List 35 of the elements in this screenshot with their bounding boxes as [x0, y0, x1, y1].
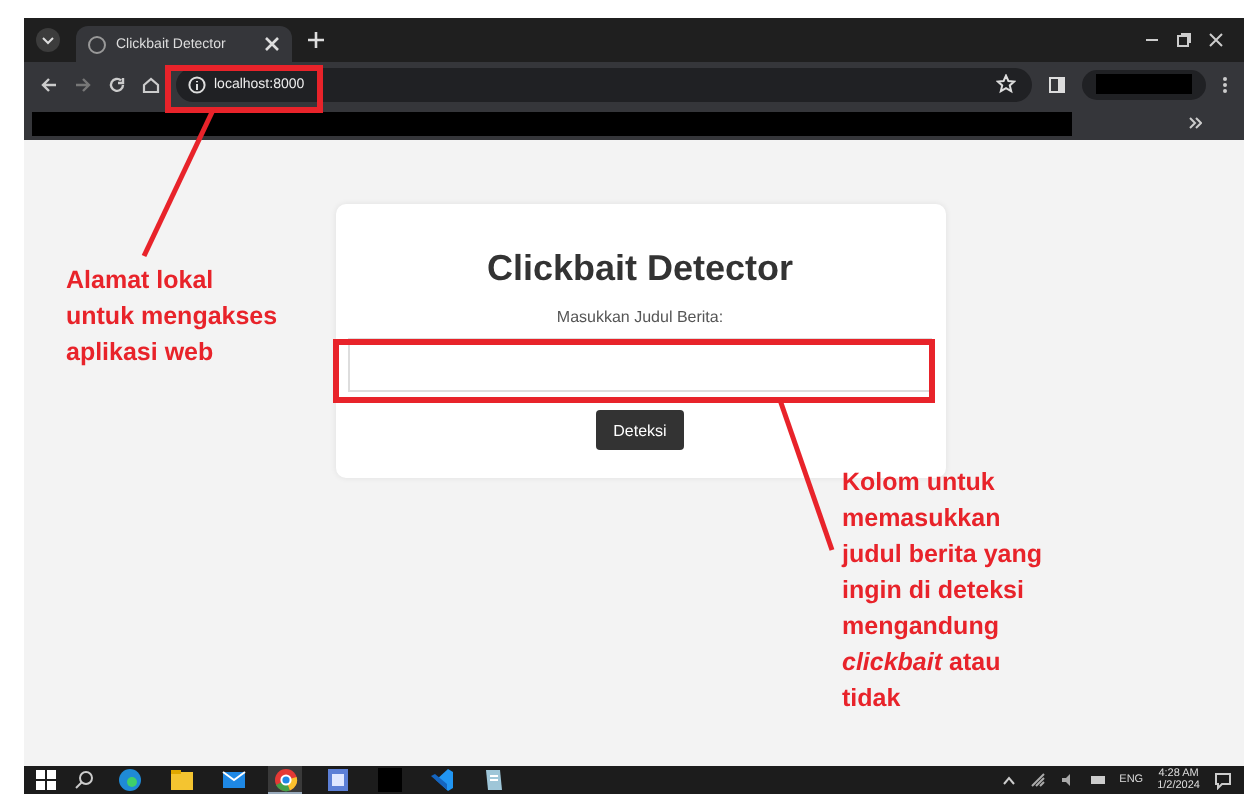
battery-icon[interactable] — [1089, 774, 1106, 786]
edge-icon[interactable] — [117, 768, 141, 792]
close-icon[interactable] — [264, 36, 280, 52]
code-editor-icon[interactable] — [429, 768, 453, 792]
windows-icon[interactable] — [36, 770, 56, 790]
side-panel-icon[interactable] — [1048, 75, 1066, 93]
detect-button[interactable]: Deteksi — [596, 410, 684, 450]
page-title: Clickbait Detector — [486, 248, 794, 290]
star-icon[interactable] — [996, 74, 1016, 94]
redaction-block — [1096, 74, 1192, 94]
restore-icon[interactable] — [1176, 32, 1192, 48]
field-label: Masukkan Judul Berita: — [556, 308, 724, 326]
annotation-text: Kolom untuk memasukkan judul berita yang ingin di deteksi mengandung clickbait atau tidak — [842, 466, 1043, 716]
home-icon[interactable] — [142, 75, 160, 93]
new-tab-icon[interactable] — [308, 32, 324, 48]
search-icon[interactable] — [74, 770, 94, 790]
forward-icon[interactable] — [74, 75, 92, 93]
network-icon[interactable] — [1029, 772, 1046, 788]
notification-icon[interactable] — [1214, 771, 1232, 789]
volume-icon[interactable] — [1059, 772, 1076, 788]
annotation-text: Alamat lokal untuk mengakses aplikasi web — [66, 264, 278, 370]
chevron-icon[interactable] — [1188, 116, 1202, 130]
info-icon — [188, 75, 206, 93]
chrome-icon[interactable] — [273, 767, 297, 791]
folder-icon[interactable] — [169, 768, 193, 792]
tab-list-icon[interactable] — [36, 28, 60, 52]
close-icon[interactable] — [1208, 32, 1224, 48]
reload-icon[interactable] — [108, 75, 126, 93]
back-icon[interactable] — [40, 75, 58, 93]
caret-up-icon[interactable] — [1001, 775, 1016, 785]
document-icon[interactable] — [325, 768, 349, 792]
menu-icon[interactable] — [1222, 75, 1228, 93]
globe-icon — [88, 35, 106, 53]
mail-icon[interactable] — [221, 768, 245, 792]
notepad-icon[interactable] — [481, 768, 505, 792]
